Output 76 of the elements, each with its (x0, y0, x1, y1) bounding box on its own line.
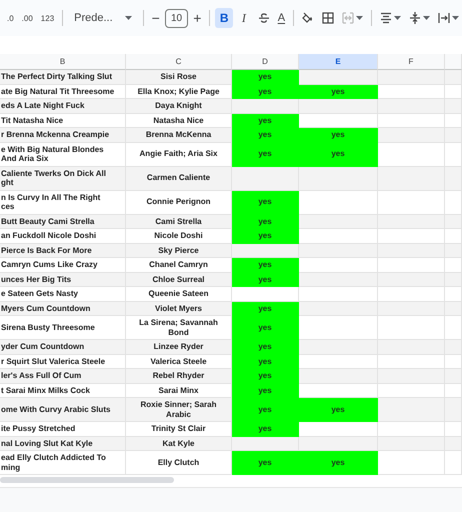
yes-cell: yes (232, 70, 299, 84)
performer-cell: Cami Strella (126, 214, 232, 229)
yes-cell: yes (299, 84, 378, 99)
yes-cell: yes (232, 84, 299, 99)
yes-cell: yes (232, 354, 299, 369)
title-cell: r Brenna Mckenna Creampie (0, 128, 126, 142)
performer-cell: Brenna McKenna (126, 128, 232, 142)
yes-cell: yes (299, 398, 378, 422)
yes-cell: yes (232, 422, 299, 436)
yes-cell: yes (299, 128, 378, 142)
title-cell: yder Cum Countdown (0, 340, 126, 354)
yes-cell: yes (232, 229, 299, 244)
performer-cell: Kat Kyle (126, 436, 232, 451)
text-color-button[interactable]: A (274, 8, 288, 28)
text-wrap-icon (438, 12, 450, 24)
decrease-size-button[interactable]: − (148, 8, 163, 28)
yes-cell: yes (232, 369, 299, 384)
title-cell: eds A Late Night Fuck (0, 99, 126, 114)
column-header[interactable]: F (378, 54, 445, 70)
performer-cell: Linzee Ryder (126, 340, 232, 354)
column-header[interactable]: E (299, 54, 378, 70)
yes-cell: yes (232, 302, 299, 316)
title-cell: Pierce Is Back For More (0, 244, 126, 258)
yes-cell: yes (299, 142, 378, 166)
performer-cell: Rebel Rhyder (126, 369, 232, 384)
title-cell: ler's Ass Full Of Cum (0, 369, 126, 384)
column-header[interactable]: B (0, 54, 126, 70)
yes-cell: yes (232, 384, 299, 398)
decrease-decimal-button[interactable]: .0 (4, 8, 17, 28)
caret-icon (422, 16, 430, 20)
yes-cell: yes (232, 114, 299, 128)
performer-cell: Daya Knight (126, 99, 232, 114)
title-cell: The Perfect Dirty Talking Slut (0, 70, 126, 84)
title-cell: ome With Curvy Arabic Sluts (0, 398, 126, 422)
merge-cells-icon (342, 12, 354, 24)
bold-button[interactable]: B (215, 8, 234, 28)
yes-cell: yes (232, 190, 299, 214)
performer-cell: Carmen Caliente (126, 166, 232, 190)
performer-cell: Sky Pierce (126, 244, 232, 258)
performer-cell: Violet Myers (126, 302, 232, 316)
vertical-align-icon (408, 12, 421, 24)
yes-cell: yes (232, 340, 299, 354)
yes-cell: yes (232, 272, 299, 287)
yes-cell: yes (232, 451, 299, 475)
caret-icon (356, 16, 364, 20)
title-cell: Butt Beauty Cami Strella (0, 214, 126, 229)
yes-cell: yes (232, 398, 299, 422)
caret-icon (124, 16, 132, 20)
title-cell: nal Loving Slut Kat Kyle (0, 436, 126, 451)
caret-icon (452, 16, 459, 20)
performer-cell: Chloe Surreal (126, 272, 232, 287)
yes-cell: yes (232, 258, 299, 272)
caret-icon (394, 16, 401, 20)
yes-cell: yes (232, 142, 299, 166)
yes-cell: yes (299, 451, 378, 475)
column-header[interactable]: C (126, 54, 232, 70)
strikethrough-icon (258, 12, 270, 24)
column-header[interactable]: D (232, 54, 299, 70)
yes-cell: yes (232, 316, 299, 340)
align-icon (380, 12, 392, 24)
number-format-button[interactable]: 123 (38, 8, 58, 28)
yes-cell: yes (232, 128, 299, 142)
title-cell: Myers Cum Countdown (0, 302, 126, 316)
title-cell: unces Her Big Tits (0, 272, 126, 287)
yes-cell: yes (232, 214, 299, 229)
increase-size-button[interactable]: + (190, 8, 204, 28)
borders-icon (322, 12, 334, 24)
performer-cell: Roxie Sinner; Sarah Arabic (126, 398, 232, 422)
italic-button[interactable]: I (235, 8, 253, 28)
title-cell: Caliente Twerks On Dick All ght (0, 166, 126, 190)
scrollbar-thumb[interactable] (0, 477, 174, 483)
increase-decimal-button[interactable]: .00 (18, 8, 36, 28)
font-size-field[interactable]: 10 (164, 8, 188, 28)
font-dropdown[interactable]: Prede... (68, 8, 138, 28)
paint-bucket-icon (302, 12, 314, 24)
performer-cell: Sisi Rose (126, 70, 232, 84)
